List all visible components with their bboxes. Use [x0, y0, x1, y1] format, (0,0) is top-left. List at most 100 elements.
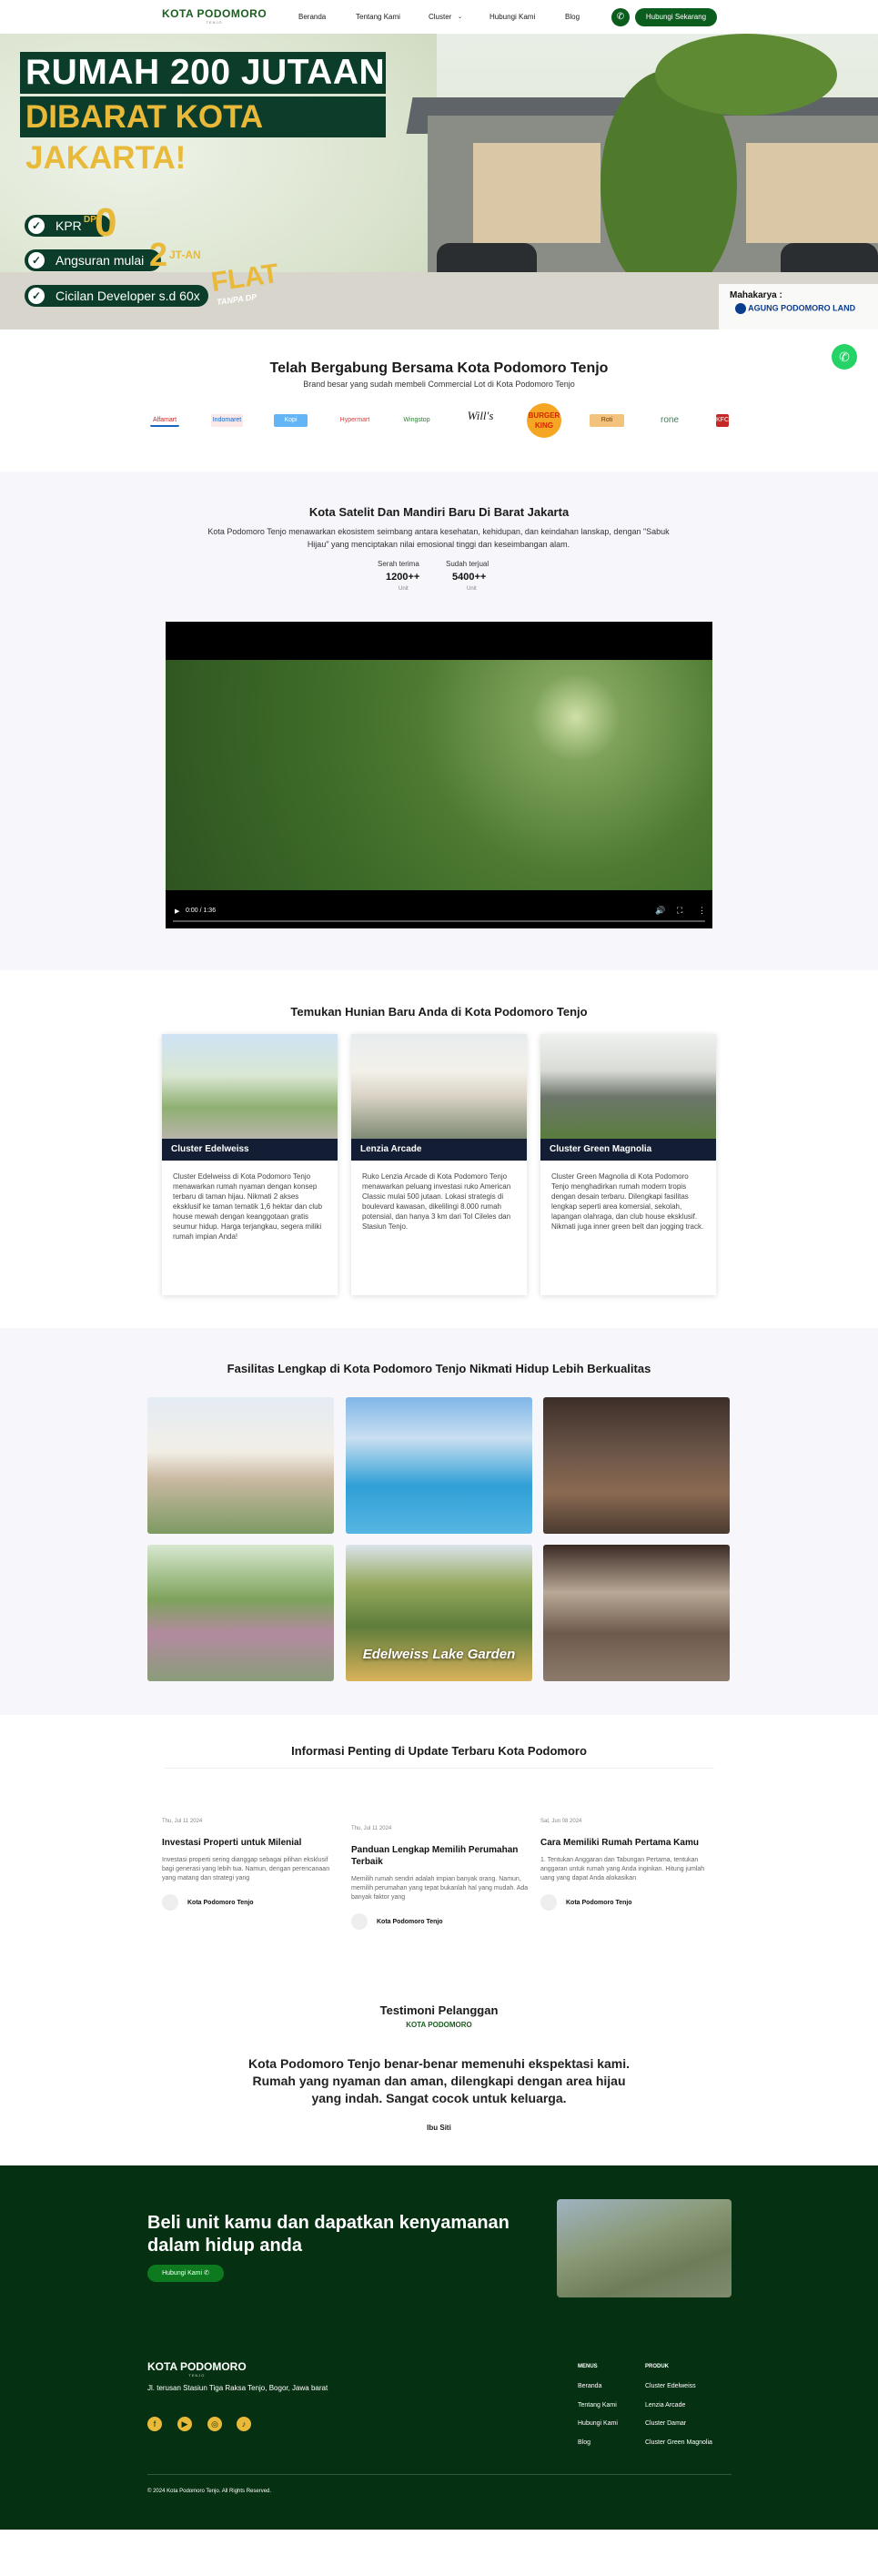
- blog-author: Kota Podomoro Tenjo: [540, 1894, 718, 1911]
- stat-label: Serah terima: [378, 560, 419, 568]
- facility-image[interactable]: [147, 1545, 334, 1681]
- brand-logo: Roti: [590, 414, 624, 427]
- blog-author: Kota Podomoro Tenjo: [351, 1913, 529, 1930]
- facility-image[interactable]: [346, 1397, 532, 1534]
- stat-label: Sudah terjual: [446, 560, 489, 568]
- nav-link-tentang[interactable]: Tentang Kami: [356, 13, 400, 21]
- promo-video-player[interactable]: ▶ 0:00 / 1:36 🔊 ⛶ ⋮: [166, 622, 712, 928]
- aerial-view-image: [557, 2199, 732, 2297]
- nav-link-beranda[interactable]: Beranda: [298, 13, 326, 21]
- footer-link-damar[interactable]: Cluster Damar: [645, 2420, 686, 2427]
- blog-excerpt: Investasi properti sering dianggap sebag…: [162, 1857, 330, 1881]
- about-title: Kota Satelit Dan Mandiri Baru Di Barat J…: [308, 505, 570, 519]
- avatar: [540, 1894, 557, 1911]
- tiktok-icon[interactable]: ♪: [237, 2417, 251, 2431]
- tree-image: [655, 34, 837, 116]
- cluster-description: Cluster Green Magnolia di Kota Podomoro …: [551, 1172, 704, 1231]
- hero-title-line2: DIBARAT KOTA JAKARTA!: [20, 96, 386, 176]
- facility-image[interactable]: [147, 1397, 334, 1534]
- top-nav: KOTA PODOMORO TENJO Beranda Tentang Kami…: [0, 0, 878, 34]
- blog-post-title[interactable]: Panduan Lengkap Memilih Perumahan Terbai…: [351, 1844, 529, 1868]
- site-logo[interactable]: KOTA PODOMORO TENJO: [162, 7, 267, 25]
- footer-link-hubungi[interactable]: Hubungi Kami: [578, 2420, 618, 2427]
- testimoni-author: Ibu Siti: [427, 2124, 451, 2132]
- brand-logo: Kopi: [274, 414, 308, 427]
- angsuran-value: 2: [149, 236, 168, 273]
- blog-post-title[interactable]: Cara Memiliki Rumah Pertama Kamu: [540, 1837, 718, 1849]
- check-icon: ✓: [28, 288, 45, 304]
- hero-banner: RUMAH 200 JUTAAN DIBARAT KOTA JAKARTA! ✓…: [0, 34, 878, 330]
- hero-title-line1: RUMAH 200 JUTAAN: [20, 52, 386, 94]
- nav-link-blog[interactable]: Blog: [565, 13, 580, 21]
- brands-subtitle: Brand besar yang sudah membeli Commercia…: [303, 380, 575, 389]
- kpr-value: 0: [95, 200, 117, 245]
- developer-name: AGUNG PODOMORO LAND: [748, 303, 856, 313]
- nav-link-hubungi[interactable]: Hubungi Kami: [489, 13, 535, 21]
- angsuran-label: Angsuran mulai: [56, 253, 145, 268]
- avatar: [162, 1894, 178, 1911]
- youtube-icon[interactable]: ▶: [177, 2417, 192, 2431]
- cluster-card[interactable]: Cluster Green Magnolia Cluster Green Mag…: [540, 1034, 716, 1295]
- cluster-name: Cluster Green Magnolia: [540, 1139, 716, 1161]
- divider: [164, 1768, 714, 1769]
- phone-icon: ✆: [204, 2270, 209, 2277]
- contact-us-button[interactable]: Hubungi Kami ✆: [147, 2265, 224, 2282]
- footer-divider: [147, 2474, 732, 2475]
- footer-link-lenzia[interactable]: Lenzia Arcade: [645, 2402, 685, 2409]
- blog-author: Kota Podomoro Tenjo: [162, 1894, 339, 1911]
- blog-post-title[interactable]: Investasi Properti untuk Milenial: [162, 1837, 339, 1849]
- cluster-card[interactable]: Lenzia Arcade Ruko Lenzia Arcade di Kota…: [351, 1034, 527, 1295]
- cluster-card[interactable]: Cluster Edelweiss Cluster Edelweiss di K…: [162, 1034, 338, 1295]
- facility-caption: Edelweiss Lake Garden: [362, 1647, 516, 1662]
- developer-tag: Mahakarya :: [730, 290, 782, 300]
- whatsapp-icon[interactable]: ✆: [611, 8, 630, 26]
- video-progress-bar[interactable]: [173, 920, 705, 922]
- logo-subtext: TENJO: [206, 20, 223, 25]
- footer-link-edelweiss[interactable]: Cluster Edelweiss: [645, 2383, 696, 2389]
- blog-date: Sat, Jun 08 2024: [540, 1819, 582, 1824]
- blog-card[interactable]: Thu, Jul 11 2024 Panduan Lengkap Memilih…: [351, 1826, 529, 1930]
- cluster-image: [351, 1034, 527, 1139]
- brands-title: Telah Bergabung Bersama Kota Podomoro Te…: [269, 360, 609, 376]
- blog-card[interactable]: Sat, Jun 08 2024 Cara Memiliki Rumah Per…: [540, 1819, 718, 1911]
- footer-produk-title: PRODUK: [645, 2364, 670, 2369]
- facebook-icon[interactable]: f: [147, 2417, 162, 2431]
- cta-label: Hubungi Kami: [162, 2270, 203, 2277]
- stat-unit: Unit: [467, 586, 477, 592]
- facility-image[interactable]: [543, 1397, 730, 1534]
- blog-excerpt: Memilih rumah sendiri adalah impian bany…: [351, 1876, 529, 1901]
- instagram-icon[interactable]: ◎: [207, 2417, 222, 2431]
- nav-link-cluster[interactable]: Cluster: [429, 13, 451, 21]
- footer-address: Jl. terusan Stasiun Tiga Raksa Tenjo, Bo…: [147, 2384, 328, 2392]
- stat-unit: Unit: [399, 586, 409, 592]
- blog-card[interactable]: Thu, Jul 11 2024 Investasi Properti untu…: [162, 1819, 339, 1911]
- footer-menu-title: MENUS: [578, 2364, 598, 2369]
- more-options-icon[interactable]: ⋮: [698, 906, 706, 916]
- contact-now-button[interactable]: Hubungi Sekarang: [635, 8, 717, 26]
- avatar: [351, 1913, 368, 1930]
- blog-title: Informasi Penting di Update Terbaru Kota…: [291, 1744, 587, 1758]
- brand-logo: Alfamart: [150, 414, 179, 427]
- angsuran-unit: JT-AN: [169, 248, 201, 261]
- footer-link-blog[interactable]: Blog: [578, 2439, 590, 2446]
- footer-link-beranda[interactable]: Beranda: [578, 2383, 601, 2389]
- fullscreen-icon[interactable]: ⛶: [677, 906, 682, 916]
- stat-value: 5400++: [452, 572, 487, 583]
- logo-text: KOTA PODOMORO: [162, 7, 267, 20]
- video-time: 0:00 / 1:36: [186, 908, 217, 914]
- brand-logo: rone: [660, 415, 679, 425]
- play-icon[interactable]: ▶: [175, 908, 179, 915]
- chevron-down-icon[interactable]: ⌄: [458, 14, 462, 20]
- footer-link-magnolia[interactable]: Cluster Green Magnolia: [645, 2439, 712, 2446]
- facility-image[interactable]: Edelweiss Lake Garden: [346, 1545, 532, 1681]
- promo-angsuran: ✓ Angsuran mulai: [25, 249, 161, 271]
- brand-logo: Will's: [467, 409, 494, 422]
- footer-link-tentang[interactable]: Tentang Kami: [578, 2402, 617, 2409]
- developer-logo: AGUNG PODOMORO LAND: [735, 303, 873, 318]
- facility-image[interactable]: [543, 1545, 730, 1681]
- brand-logo: Indomaret: [211, 414, 243, 427]
- footer-logo-subtext: TENJO: [188, 2373, 206, 2378]
- volume-icon[interactable]: 🔊: [655, 906, 665, 916]
- footer-logo[interactable]: KOTA PODOMORO TENJO: [147, 2360, 247, 2378]
- copyright: © 2024 Kota Podomoro Tenjo. All Rights R…: [147, 2489, 272, 2494]
